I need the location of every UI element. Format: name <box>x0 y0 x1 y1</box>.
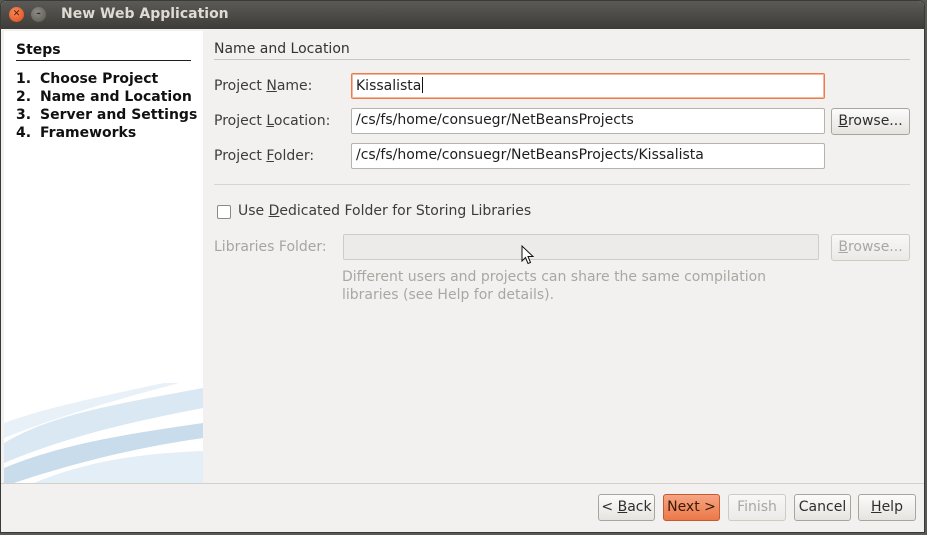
libraries-hint: Different users and projects can share t… <box>342 268 822 304</box>
mnemonic: N <box>266 78 277 94</box>
back-button[interactable]: < Back <box>598 494 655 521</box>
step-number: 3. <box>16 107 32 123</box>
project-name-label: Project Name: <box>214 78 312 94</box>
help-button[interactable]: Help <box>858 494 916 521</box>
step-number: 2. <box>16 89 32 105</box>
steps-heading: Steps <box>16 42 61 58</box>
hint-line: Different users and projects can share t… <box>342 269 767 285</box>
mnemonic: H <box>871 499 882 515</box>
next-button[interactable]: Next > <box>663 494 720 521</box>
button-label: rowse... <box>847 239 903 255</box>
project-folder-input[interactable]: /cs/fs/home/consuegr/NetBeansProjects/Ki… <box>351 143 825 169</box>
step-choose-project: 1. Choose Project <box>16 71 158 87</box>
label-text: edicated Folder for Storing Libraries <box>279 203 532 219</box>
mnemonic: B <box>838 239 848 255</box>
mnemonic: L <box>266 113 274 129</box>
steps-divider <box>16 60 191 61</box>
input-value: /cs/fs/home/consuegr/NetBeansProjects/Ki… <box>356 147 704 163</box>
step-label: Frameworks <box>40 125 137 141</box>
new-web-application-dialog: ✕ – New Web Application Steps 1. Choose P… <box>0 0 925 533</box>
libraries-folder-label: Libraries Folder: <box>214 239 327 255</box>
steps-panel: Steps 1. Choose Project 2. Name and Locati… <box>4 31 203 483</box>
hint-line: libraries (see Help for details). <box>342 287 555 303</box>
project-folder-label: Project Folder: <box>214 148 314 164</box>
label-text: Project <box>214 113 267 129</box>
button-label: elp <box>881 499 903 515</box>
section-title: Name and Location <box>214 41 350 57</box>
button-label: rowse... <box>847 113 903 129</box>
label-text: Use <box>238 203 269 219</box>
close-icon[interactable]: ✕ <box>9 7 24 22</box>
dedicated-folder-label[interactable]: Use Dedicated Folder for Storing Librari… <box>238 203 531 219</box>
title-bar[interactable]: ✕ – New Web Application <box>1 1 924 29</box>
window-title: New Web Application <box>61 6 229 22</box>
step-server-and-settings: 3. Server and Settings <box>16 107 197 123</box>
dedicated-folder-checkbox[interactable] <box>217 205 231 219</box>
footer-divider <box>1 483 924 484</box>
step-number: 1. <box>16 71 32 87</box>
main-content: Name and Location Project Name: Kissalis… <box>203 31 924 483</box>
project-location-input[interactable]: /cs/fs/home/consuegr/NetBeansProjects <box>351 108 825 134</box>
input-value: /cs/fs/home/consuegr/NetBeansProjects <box>356 112 634 128</box>
label-text: older: <box>273 148 315 164</box>
label-text: ame: <box>276 78 313 94</box>
finish-button: Finish <box>728 494 786 521</box>
mnemonic: F <box>266 148 274 164</box>
decorative-swoosh <box>4 383 203 483</box>
project-location-label: Project Location: <box>214 113 330 129</box>
browse-location-button[interactable]: Browse... <box>831 108 910 135</box>
cancel-button[interactable]: Cancel <box>794 494 851 521</box>
browse-libraries-button: Browse... <box>831 234 910 261</box>
label-text: ocation: <box>273 113 331 129</box>
label-text: Project <box>214 148 267 164</box>
step-name-and-location: 2. Name and Location <box>16 89 192 105</box>
section-divider <box>214 59 910 60</box>
label-text: Project <box>214 78 267 94</box>
minimize-icon[interactable]: – <box>31 7 46 22</box>
mouse-pointer-icon <box>521 245 535 265</box>
divider <box>214 184 910 185</box>
button-label: ack <box>627 499 652 515</box>
libraries-folder-input <box>343 234 819 260</box>
step-label: Choose Project <box>40 71 159 87</box>
step-label: Server and Settings <box>40 107 198 123</box>
project-name-input[interactable]: Kissalista <box>351 73 825 99</box>
mnemonic: B <box>838 113 848 129</box>
input-value: Kissalista <box>356 78 422 94</box>
step-number: 4. <box>16 125 32 141</box>
mnemonic: B <box>617 499 628 515</box>
button-label: < <box>601 499 618 515</box>
text-caret <box>422 77 424 93</box>
step-label: Name and Location <box>40 89 192 105</box>
step-frameworks: 4. Frameworks <box>16 125 136 141</box>
mnemonic: D <box>268 203 280 219</box>
